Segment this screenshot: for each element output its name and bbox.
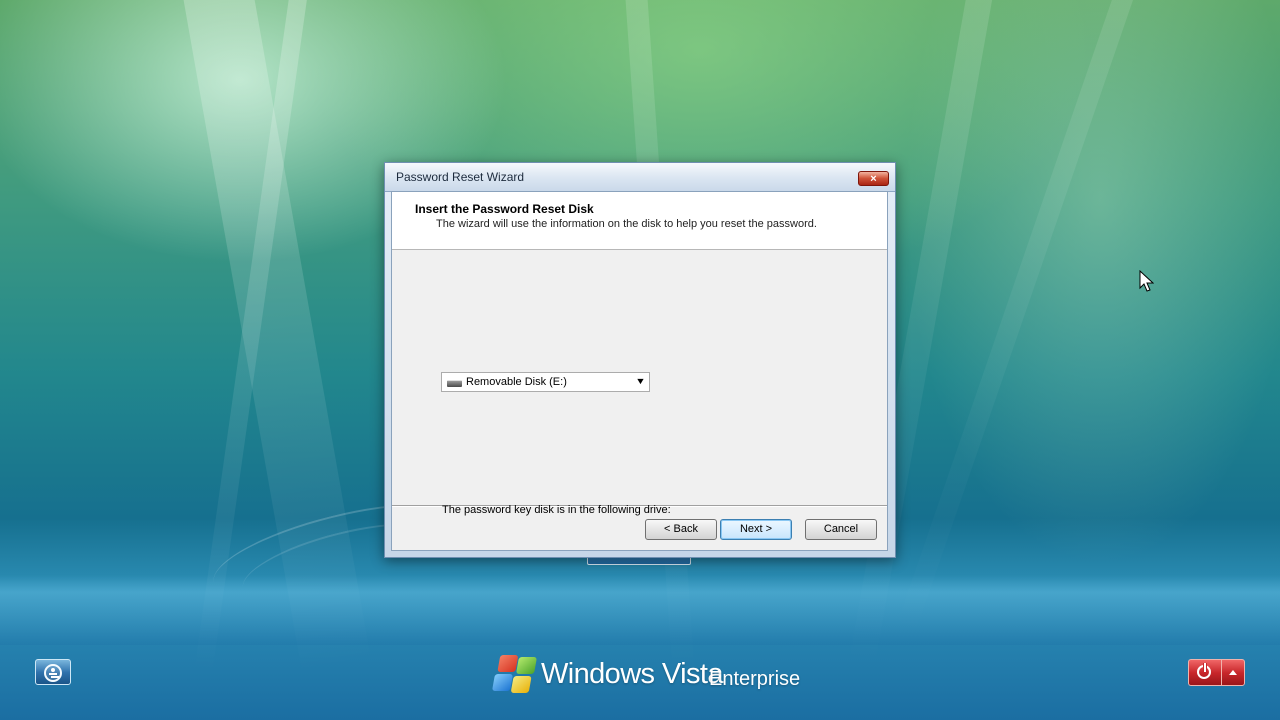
cancel-button[interactable]: Cancel	[805, 519, 877, 540]
ease-of-access-icon	[44, 664, 62, 682]
windows-vista-branding: Windows Vista Enterprise	[492, 652, 804, 696]
wizard-step-title: Insert the Password Reset Disk	[415, 202, 594, 216]
mouse-pointer-icon	[1139, 270, 1154, 292]
windows-flag-yellow-pane	[510, 676, 532, 693]
close-icon: ×	[870, 173, 877, 185]
drive-prompt-label: The password key disk is in the followin…	[442, 504, 671, 516]
password-reset-wizard-dialog: Password Reset Wizard × Insert the Passw…	[384, 162, 896, 558]
dialog-titlebar: Password Reset Wizard ×	[385, 163, 895, 192]
dialog-title: Password Reset Wizard	[396, 170, 525, 184]
power-button[interactable]	[1188, 659, 1221, 686]
next-button[interactable]: Next >	[720, 519, 792, 540]
power-icon	[1197, 663, 1211, 679]
back-button[interactable]: < Back	[645, 519, 717, 540]
close-button[interactable]: ×	[858, 171, 889, 186]
windows-flag-blue-pane	[492, 674, 513, 691]
selected-drive-value: Removable Disk (E:)	[466, 376, 567, 388]
windows-flag-icon	[490, 654, 539, 694]
login-desktop: Password Reset Wizard × Insert the Passw…	[0, 0, 1280, 720]
power-options-button[interactable]	[1221, 659, 1245, 686]
windows-vista-wordmark: Windows Vista	[541, 658, 723, 690]
up-arrow-icon	[1229, 670, 1237, 675]
background-light-ray	[893, 0, 1160, 642]
windows-flag-green-pane	[516, 657, 537, 674]
wizard-step-description: The wizard will use the information on t…	[436, 218, 817, 230]
background-horizon-band	[0, 575, 1280, 645]
windows-edition-label: Enterprise	[709, 668, 801, 690]
ease-of-access-button[interactable]	[35, 659, 71, 685]
removable-disk-icon	[447, 380, 462, 387]
chevron-down-icon[interactable]: ▼	[635, 376, 646, 386]
drive-select[interactable]: Removable Disk (E:) ▼	[441, 372, 650, 392]
wizard-header: Insert the Password Reset Disk The wizar…	[392, 192, 887, 250]
windows-flag-red-pane	[497, 655, 519, 672]
wizard-content: Insert the Password Reset Disk The wizar…	[391, 191, 888, 551]
